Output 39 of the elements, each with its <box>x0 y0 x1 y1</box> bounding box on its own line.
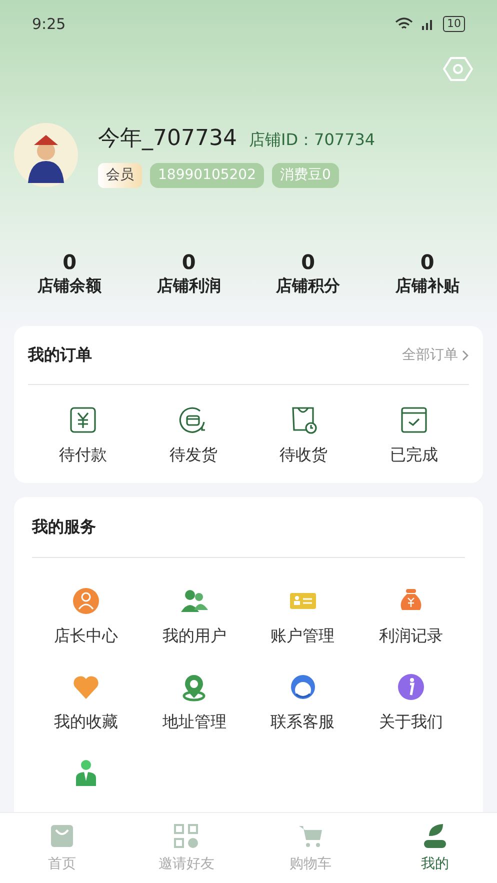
service-button[interactable]: 地址管理 <box>140 672 248 734</box>
shop-id: 店铺ID：707734 <box>248 129 376 151</box>
qr-code-icon <box>172 822 200 850</box>
section-title: 我的服务 <box>32 516 96 538</box>
service-button[interactable]: 联系客服 <box>248 672 357 734</box>
user-name: 今年_707734 <box>98 125 237 153</box>
order-status-button[interactable]: 已完成 <box>358 405 469 467</box>
battery-indicator: 10 <box>443 16 465 32</box>
service-button[interactable]: 我的用户 <box>140 586 248 648</box>
order-status-button[interactable]: 待收货 <box>248 405 359 467</box>
wifi-icon <box>395 17 413 31</box>
service-button[interactable]: 利润记录 <box>356 586 465 648</box>
stat-label: 店铺补贴 <box>395 275 460 297</box>
status-time: 9:25 <box>32 14 66 35</box>
stat-label: 店铺余额 <box>38 275 102 297</box>
tab[interactable]: 我的 <box>372 813 497 883</box>
info-icon <box>396 672 426 702</box>
signal-icon <box>421 17 435 31</box>
stat-label: 店铺积分 <box>276 275 340 297</box>
avatar <box>14 123 78 187</box>
stat-label: 店铺利润 <box>156 275 221 297</box>
info-tag: 消费豆0 <box>272 163 339 188</box>
manager-icon <box>71 586 102 616</box>
order-status-button[interactable]: 待发货 <box>138 405 248 467</box>
service-button[interactable]: 我的收藏 <box>32 672 140 734</box>
stat-value: 0 <box>301 250 316 274</box>
service-button[interactable]: 店长中心 <box>32 586 140 648</box>
section-title: 我的订单 <box>28 344 92 366</box>
service-button[interactable]: 关于我们 <box>356 672 465 734</box>
service-button[interactable]: 账户管理 <box>248 586 357 648</box>
info-tag: 18990105202 <box>150 163 264 188</box>
stat-value: 0 <box>62 250 77 274</box>
stat-value: 0 <box>182 250 196 274</box>
chevron-right-icon <box>462 350 469 360</box>
calendar-check-icon <box>398 405 429 435</box>
order-status-button[interactable]: 待付款 <box>28 405 138 467</box>
member-badge: 会员 <box>98 163 142 188</box>
stat-value: 0 <box>420 250 434 274</box>
yen-icon <box>68 405 98 435</box>
